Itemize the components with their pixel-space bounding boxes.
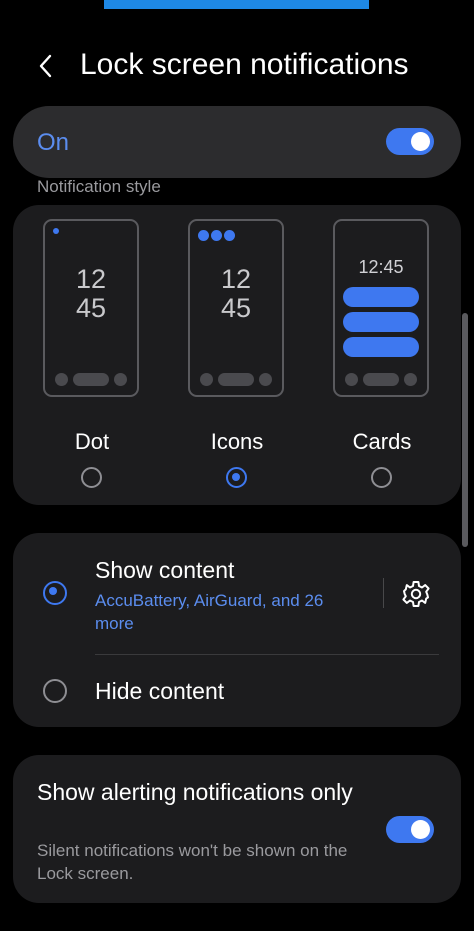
hide-content-row[interactable]: Hide content [13,655,461,727]
master-toggle-label: On [37,129,70,156]
style-label-cards: Cards [352,429,412,454]
settings-button[interactable] [401,579,431,609]
alerting-toggle-switch[interactable] [386,816,434,843]
master-toggle-row[interactable]: On [13,106,461,178]
master-toggle-switch[interactable] [386,128,434,155]
radio-show-content[interactable] [43,581,67,605]
phone-preview-icons: 12 45 [188,219,284,397]
toggle-knob [411,820,430,839]
scrollbar[interactable] [462,313,468,547]
preview-nav-bar [200,373,272,386]
section-label-notification-style: Notification style [37,177,161,196]
style-label-dot: Dot [74,429,110,454]
style-label-icons: Icons [210,429,264,454]
top-progress-bar [104,0,369,9]
hide-content-label: Hide content [95,678,225,704]
gear-icon [402,581,430,607]
preview-clock: 12:45 [358,257,404,277]
divider [383,578,384,608]
show-content-apps-link[interactable]: AccuBattery, AirGuard, and 26 more [95,589,365,635]
icon-indicators [198,228,237,241]
toggle-knob [411,132,430,151]
back-button[interactable] [34,52,60,80]
radio-icons[interactable] [226,467,247,488]
style-option-icons[interactable]: 12 45 Icons [184,219,290,497]
alerting-title: Show alerting notifications only [37,779,353,805]
preview-clock: 12 45 [220,264,252,323]
style-option-dot[interactable]: 12 45 Dot [39,219,145,497]
notification-style-card: 12 45 Dot 12 45 Icons 12:45 Cards [13,205,461,505]
preview-card [343,287,419,307]
style-option-cards[interactable]: 12:45 Cards [329,219,435,497]
content-visibility-card: Show content AccuBattery, AirGuard, and … [13,533,461,727]
dot-indicator [53,228,59,234]
phone-preview-dot: 12 45 [43,219,139,397]
preview-nav-bar [345,373,417,386]
app-header: Lock screen notifications [0,40,474,92]
preview-card [343,337,419,357]
radio-dot[interactable] [81,467,102,488]
alerting-only-row[interactable]: Show alerting notifications only Silent … [13,755,461,903]
preview-nav-bar [55,373,127,386]
alerting-description: Silent notifications won't be shown on t… [37,841,348,883]
phone-preview-cards: 12:45 [333,219,429,397]
radio-cards[interactable] [371,467,392,488]
preview-card [343,312,419,332]
show-content-label: Show content [95,557,235,583]
show-content-row[interactable]: Show content AccuBattery, AirGuard, and … [13,533,461,655]
preview-clock: 12 45 [75,264,107,323]
page-title: Lock screen notifications [80,48,409,81]
radio-hide-content[interactable] [43,679,67,703]
back-arrow-icon [39,54,52,78]
